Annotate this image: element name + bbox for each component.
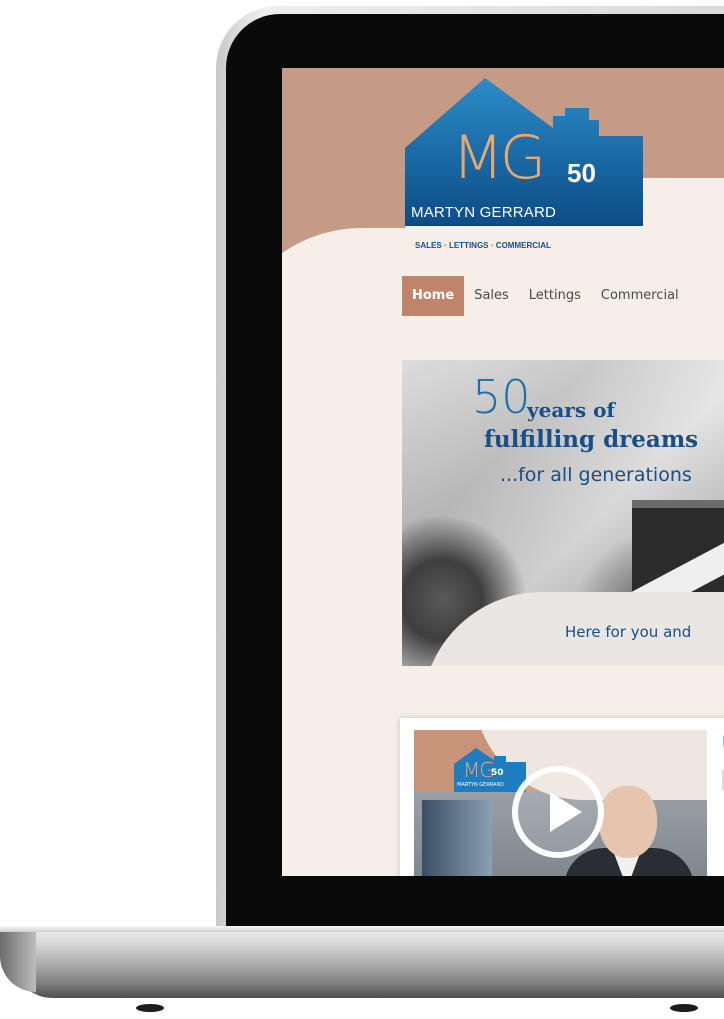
video-mini-logo: MG 50 MARTYN GERRARD bbox=[454, 748, 526, 798]
laptop-base-edge bbox=[0, 932, 36, 992]
main-navigation: Home Sales Lettings Commercial bbox=[402, 276, 689, 316]
mini-logo-mg: MG bbox=[463, 758, 495, 782]
logo-50-text: 50 bbox=[567, 158, 596, 188]
laptop-mockup: MG 50 MARTYN GERRARD SALES • LETTINGS • … bbox=[0, 0, 724, 1019]
laptop-foot-right bbox=[670, 1004, 698, 1012]
laptop-base bbox=[0, 926, 724, 998]
hero-banner[interactable]: 50 years of fulfilling dreams ...for all… bbox=[402, 360, 724, 666]
video-thumb-door bbox=[422, 800, 492, 876]
hero-big-number: 50 bbox=[472, 370, 531, 424]
mini-logo-number: 50 bbox=[491, 768, 504, 778]
video-thumb-person-head bbox=[599, 786, 657, 858]
mini-logo-name: MARTYN GERRARD bbox=[457, 782, 504, 788]
logo-mg-text: MG bbox=[452, 123, 546, 193]
play-icon bbox=[550, 792, 582, 832]
hero-years-text: years of bbox=[527, 398, 616, 422]
hero-caption: Here for you and bbox=[565, 623, 692, 641]
video-thumbnail[interactable]: MG 50 MARTYN GERRARD bbox=[414, 730, 707, 876]
video-card: MG 50 MARTYN GERRARD F bbox=[400, 718, 724, 876]
nav-item-home[interactable]: Home bbox=[402, 276, 465, 316]
website-screen: MG 50 MARTYN GERRARD SALES • LETTINGS • … bbox=[282, 68, 724, 876]
nav-item-commercial[interactable]: Commercial bbox=[591, 276, 689, 316]
laptop-base-lip bbox=[0, 926, 724, 932]
play-button[interactable] bbox=[512, 766, 604, 858]
nav-item-lettings[interactable]: Lettings bbox=[519, 276, 591, 316]
logo-company-name: MARTYN GERRARD bbox=[411, 204, 557, 221]
hero-subline: ...for all generations bbox=[500, 464, 692, 486]
logo-tagline: SALES • LETTINGS • COMMERCIAL bbox=[415, 241, 551, 250]
laptop-foot-left bbox=[136, 1004, 164, 1012]
nav-item-sales[interactable]: Sales bbox=[464, 276, 519, 316]
site-logo[interactable]: MG 50 MARTYN GERRARD SALES • LETTINGS • … bbox=[403, 76, 653, 259]
hero-headline: fulfilling dreams bbox=[484, 426, 699, 453]
